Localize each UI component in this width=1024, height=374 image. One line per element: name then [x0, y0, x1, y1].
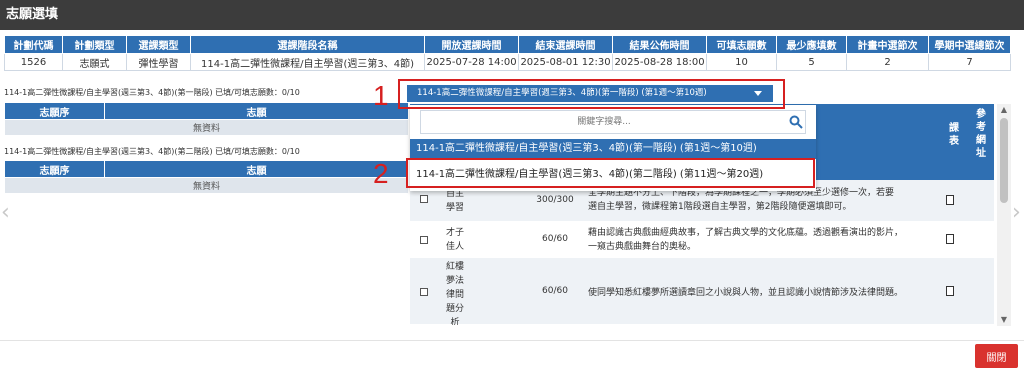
cell-min-wishes: 5	[776, 53, 847, 71]
stage1-wish-table: 志願序 志願 無資料	[4, 102, 409, 136]
stage1-caption: 114-1高二彈性微課程/自主學習(週三第3、4節)(第一階段) 已填/可填志願…	[4, 88, 300, 97]
cell-max-wishes: 10	[706, 53, 777, 71]
header-open-time: 開放選課時間	[424, 35, 519, 54]
course-name: 才子佳人	[445, 228, 464, 252]
prev-arrow-icon[interactable]: ‹	[1, 202, 10, 224]
close-button[interactable]: 關閉	[975, 344, 1018, 368]
stage2-wish-table: 志願序 志願 無資料	[4, 160, 409, 194]
cell-plan-type: 志願式	[62, 53, 127, 71]
stage2-empty: 無資料	[4, 177, 409, 194]
dropdown-search-input[interactable]: 關鍵字搜尋...	[420, 110, 806, 134]
search-icon[interactable]	[789, 115, 803, 129]
header-min-wishes: 最少應填數	[776, 35, 847, 54]
syllabus-doc-icon[interactable]	[946, 286, 954, 296]
stage2-col-wish: 志願	[104, 160, 409, 178]
course-row: 才子佳人 60/60 藉由認識古典戲曲經典故事，了解古典文學的文化底蘊。透過觀看…	[410, 222, 994, 258]
scroll-thumb[interactable]	[1000, 118, 1008, 203]
course-checkbox[interactable]	[420, 236, 428, 244]
course-checkbox[interactable]	[420, 195, 428, 203]
course-desc: 藉由認識古典戲曲經典故事，了解古典文學的文化底蘊。透過觀看演出的影片， 一窺古典…	[588, 228, 904, 252]
modal-title: 志願選填	[0, 0, 1024, 30]
header-plan-periods: 計畫中選節次	[846, 35, 929, 54]
cell-open-time: 2025-07-28 14:00	[424, 53, 519, 71]
annotation-box-2	[406, 158, 815, 188]
course-list: 自主學習 300/300 全學期主題不分上、下階段，為學期課程之一，學期必須至少…	[410, 180, 994, 325]
scroll-up-icon[interactable]: ▲	[997, 104, 1011, 116]
course-quota: 60/60	[542, 234, 568, 244]
cell-end-time: 2025-08-01 12:30	[518, 53, 613, 71]
syllabus-doc-icon[interactable]	[946, 195, 954, 205]
header-result-time: 結果公佈時間	[612, 35, 707, 54]
course-checkbox[interactable]	[420, 288, 428, 296]
header-max-wishes: 可填志願數	[706, 35, 777, 54]
next-arrow-icon[interactable]: ›	[1012, 202, 1021, 224]
header-plan-type: 計劃類型	[62, 35, 127, 54]
syllabus-doc-icon[interactable]	[946, 234, 954, 244]
stage2-col-order: 志願序	[4, 160, 105, 178]
plan-header-row: 計劃代碼 計劃類型 選課類型 選課階段名稱 開放選課時間 結束選課時間 結果公佈…	[4, 35, 1011, 54]
cell-plan-code: 1526	[4, 53, 63, 71]
header-end-time: 結束選課時間	[518, 35, 613, 54]
stage1-col-order: 志願序	[4, 102, 105, 120]
vertical-scrollbar[interactable]: ▲ ▼	[997, 104, 1011, 326]
cell-plan-periods: 2	[846, 53, 929, 71]
wish-selection-modal: 志願選填 計劃代碼 計劃類型 選課類型 選課階段名稱 開放選課時間 結束選課時間…	[0, 0, 1024, 374]
col-syllabus: 課表	[940, 104, 968, 180]
stage1-col-wish: 志願	[104, 102, 409, 120]
cell-term-periods: 7	[928, 53, 1011, 71]
annotation-box-1	[398, 79, 785, 109]
course-name: 紅樓夢法律問題分析	[445, 262, 464, 325]
plan-info-table: 計劃代碼 計劃類型 選課類型 選課階段名稱 開放選課時間 結束選課時間 結果公佈…	[4, 35, 1011, 71]
course-row: 紅樓夢法律問題分析 60/60 使同學知悉紅樓夢所選讀章回之小說與人物，並且認識…	[410, 258, 994, 325]
cell-course-type: 彈性學習	[126, 53, 191, 71]
stage2-caption: 114-1高二彈性微課程/自主學習(週三第3、4節)(第二階段) 已填/可填志願…	[4, 147, 300, 156]
header-course-type: 選課類型	[126, 35, 191, 54]
course-name: 自主學習	[445, 189, 464, 213]
header-plan-code: 計劃代碼	[4, 35, 63, 54]
plan-data-row: 1526 志願式 彈性學習 114-1高二彈性微課程/自主學習(週三第3、4節)…	[4, 53, 1011, 71]
course-quota: 60/60	[542, 286, 568, 296]
course-desc: 使同學知悉紅樓夢所選讀章回之小說與人物，並且認識小說情節涉及法律問題。	[588, 288, 904, 298]
stage1-empty: 無資料	[4, 119, 409, 136]
cell-stage-name: 114-1高二彈性微課程/自主學習(週三第3、4節)	[190, 53, 425, 71]
scroll-down-icon[interactable]: ▼	[997, 314, 1011, 326]
course-quota: 300/300	[536, 195, 574, 205]
annotation-number-2: 2	[373, 158, 389, 189]
footer-divider	[0, 340, 1024, 341]
annotation-number-1: 1	[373, 80, 389, 111]
header-stage-name: 選課階段名稱	[190, 35, 425, 54]
dropdown-option-stage1[interactable]: 114-1高二彈性微課程/自主學習(週三第3、4節)(第一階段) (第1週～第1…	[410, 139, 816, 159]
cell-result-time: 2025-08-28 18:00	[612, 53, 707, 71]
col-ref-url: 參考網址	[968, 104, 994, 180]
header-term-periods: 學期中選總節次	[928, 35, 1011, 54]
